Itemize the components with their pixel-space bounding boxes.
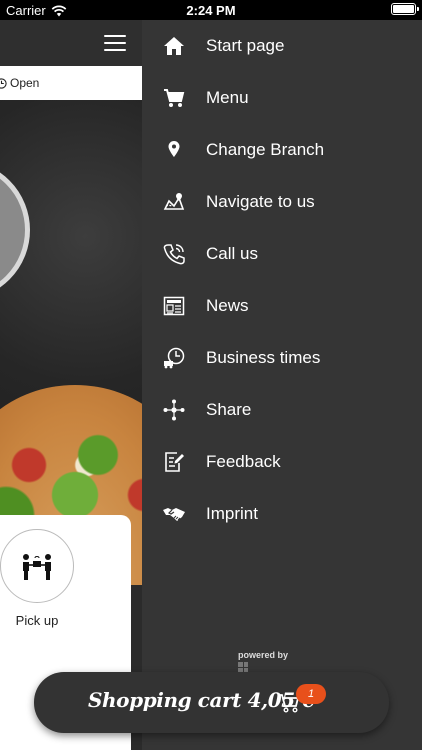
status-bar: Carrier 2:24 PM xyxy=(0,0,422,20)
location-pin-icon xyxy=(162,138,186,162)
clock-icon xyxy=(0,77,7,89)
pickup-label: Pick up xyxy=(15,613,59,628)
cart-count-badge: 1 xyxy=(296,684,326,704)
shopping-cart-button[interactable]: Shopping cart 4,05 € 1 xyxy=(34,672,389,733)
side-menu: Start page Menu Change Branch Navigate t… xyxy=(142,20,422,750)
hero-image xyxy=(0,100,142,585)
menu-item-label: Business times xyxy=(206,348,321,367)
menu-item-navigate-to-us[interactable]: Navigate to us xyxy=(142,179,422,225)
status-time: 2:24 PM xyxy=(186,3,236,18)
share-icon xyxy=(162,398,186,422)
menu-item-change-branch[interactable]: Change Branch xyxy=(142,127,422,173)
pickup-button[interactable] xyxy=(0,529,74,603)
home-icon xyxy=(162,34,186,58)
feedback-icon xyxy=(162,450,186,474)
battery-icon xyxy=(391,3,419,15)
menu-item-label: Feedback xyxy=(206,452,281,471)
open-status-bar: Open xyxy=(0,66,142,100)
main-page: Open Pick up xyxy=(0,20,142,750)
vendor-logo xyxy=(238,662,248,672)
hamburger-menu-icon[interactable] xyxy=(104,35,126,51)
powered-by-label: powered by xyxy=(238,650,289,660)
clock-truck-icon xyxy=(162,346,186,370)
newspaper-icon xyxy=(162,294,186,318)
menu-item-feedback[interactable]: Feedback xyxy=(142,439,422,485)
menu-item-start-page[interactable]: Start page xyxy=(142,23,422,69)
menu-item-menu[interactable]: Menu xyxy=(142,75,422,121)
menu-item-call-us[interactable]: Call us xyxy=(142,231,422,277)
menu-item-imprint[interactable]: Imprint xyxy=(142,491,422,537)
menu-item-label: Call us xyxy=(206,244,258,263)
pickup-icon xyxy=(23,554,51,580)
menu-item-label: News xyxy=(206,296,249,315)
menu-item-label: Menu xyxy=(206,88,249,107)
main-header xyxy=(0,20,142,66)
map-route-icon xyxy=(162,190,186,214)
menu-item-news[interactable]: News xyxy=(142,283,422,329)
menu-item-label: Imprint xyxy=(206,504,258,523)
menu-item-label: Navigate to us xyxy=(206,192,315,211)
phone-icon xyxy=(162,242,186,266)
menu-item-label: Start page xyxy=(206,36,285,55)
hero-plate xyxy=(0,160,30,300)
handshake-icon xyxy=(162,502,186,526)
cart-icon xyxy=(162,86,186,110)
open-status-label: Open xyxy=(10,76,40,90)
menu-item-business-times[interactable]: Business times xyxy=(142,335,422,381)
menu-item-label: Change Branch xyxy=(206,140,325,159)
menu-item-share[interactable]: Share xyxy=(142,387,422,433)
menu-item-label: Share xyxy=(206,400,252,419)
